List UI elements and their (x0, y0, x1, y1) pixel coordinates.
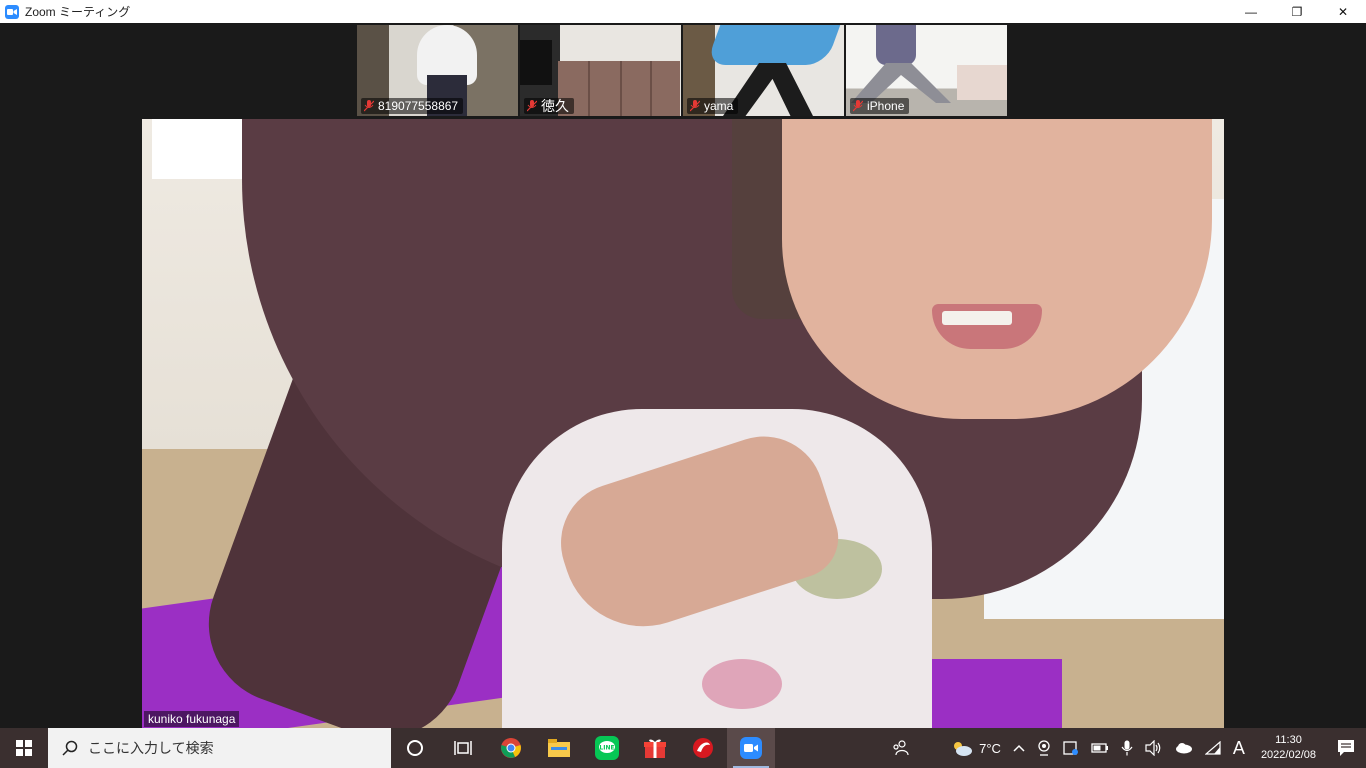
search-icon (62, 740, 78, 756)
minimize-button[interactable]: — (1228, 0, 1274, 23)
taskbar-search[interactable]: ここに入力して検索 (48, 728, 391, 768)
participant-name: yama (704, 99, 734, 113)
restore-button[interactable]: ❐ (1274, 0, 1320, 23)
title-bar: Zoom ミーティング — ❐ ✕ (0, 0, 1366, 23)
participant-label: 819077558867 (361, 98, 464, 114)
mic-muted-icon (527, 100, 537, 112)
webcam-icon (1038, 740, 1050, 756)
cortana-button[interactable] (391, 728, 439, 768)
participant-strip: 819077558867 徳久 yama iPhone (357, 25, 1007, 116)
task-view-icon (454, 741, 472, 755)
restore-icon: ❐ (1291, 4, 1303, 19)
ime-indicator[interactable]: A (1227, 728, 1251, 768)
volume-tray-button[interactable] (1139, 728, 1169, 768)
mic-muted-icon (690, 100, 700, 112)
windows-icon (16, 740, 32, 756)
trend-micro-button[interactable] (679, 728, 727, 768)
file-explorer-icon (548, 739, 570, 757)
participant-name: 819077558867 (378, 99, 459, 113)
meeting-area: 819077558867 徳久 yama iPhone kuniko fukun… (0, 23, 1366, 728)
gift-app-button[interactable] (631, 728, 679, 768)
volume-icon (1145, 740, 1161, 756)
participant-tile[interactable]: 徳久 (520, 25, 681, 116)
notification-icon (1338, 740, 1354, 756)
file-explorer-button[interactable] (535, 728, 583, 768)
ime-mode: A (1232, 737, 1245, 758)
participant-tile[interactable]: 819077558867 (357, 25, 518, 116)
mic-muted-icon (364, 100, 374, 112)
gift-icon (644, 739, 666, 758)
onedrive-tray-button[interactable] (1169, 728, 1199, 768)
cortana-icon (407, 740, 423, 756)
trend-micro-icon (693, 738, 713, 758)
line-icon: LINE (595, 736, 619, 760)
close-icon: ✕ (1337, 4, 1349, 19)
minimize-icon: — (1245, 4, 1257, 19)
participant-name: 徳久 (541, 98, 569, 114)
close-button[interactable]: ✕ (1320, 0, 1366, 23)
battery-tray-button[interactable] (1085, 728, 1115, 768)
chrome-button[interactable] (487, 728, 535, 768)
mic-muted-icon (853, 100, 863, 112)
system-tray: 7°C A 11:30 2022/02/08 (885, 728, 1366, 768)
clock-date: 2022/02/08 (1260, 749, 1316, 761)
onedrive-cloud-icon (1175, 743, 1192, 754)
weather-temp: 7°C (979, 740, 1001, 756)
security-tray-button[interactable] (1057, 728, 1085, 768)
zoom-taskbar-button[interactable] (727, 728, 775, 768)
weather-widget[interactable]: 7°C (945, 728, 1007, 768)
people-button[interactable] (885, 728, 915, 768)
participant-tile[interactable]: iPhone (846, 25, 1007, 116)
search-placeholder: ここに入力して検索 (88, 740, 214, 756)
battery-charging-icon (1091, 743, 1108, 753)
webcam-tray-button[interactable] (1031, 728, 1057, 768)
svg-text:LINE: LINE (599, 745, 614, 752)
zoom-icon (740, 737, 762, 759)
chevron-up-icon (1013, 744, 1025, 752)
start-button[interactable] (0, 728, 48, 768)
microphone-tray-button[interactable] (1115, 728, 1139, 768)
task-view-button[interactable] (439, 728, 487, 768)
window-title: Zoom ミーティング (25, 5, 131, 19)
weather-partly-cloudy-icon (954, 742, 973, 756)
participant-name: iPhone (867, 99, 905, 113)
security-icon (1063, 741, 1078, 755)
clock-time: 11:30 (1275, 734, 1302, 746)
zoom-app-icon (5, 4, 19, 19)
people-icon (893, 740, 909, 756)
wifi-icon (1204, 741, 1221, 755)
taskbar: ここに入力して検索 LINE 7°C A 11:30 2022/02/08 (0, 728, 1366, 768)
speaker-name-label: kuniko fukunaga (144, 711, 240, 727)
wifi-tray-button[interactable] (1199, 728, 1227, 768)
taskbar-clock[interactable]: 11:30 2022/02/08 (1251, 733, 1326, 763)
participant-label: yama (687, 98, 739, 114)
participant-label: 徳久 (524, 98, 574, 114)
participant-tile[interactable]: yama (683, 25, 844, 116)
action-center-button[interactable] (1326, 728, 1366, 768)
participant-label: iPhone (850, 98, 910, 114)
line-button[interactable]: LINE (583, 728, 631, 768)
microphone-icon (1121, 740, 1133, 756)
active-speaker-video[interactable]: kuniko fukunaga (142, 119, 1224, 728)
show-hidden-icons-button[interactable] (1007, 728, 1031, 768)
chrome-icon (501, 738, 521, 758)
